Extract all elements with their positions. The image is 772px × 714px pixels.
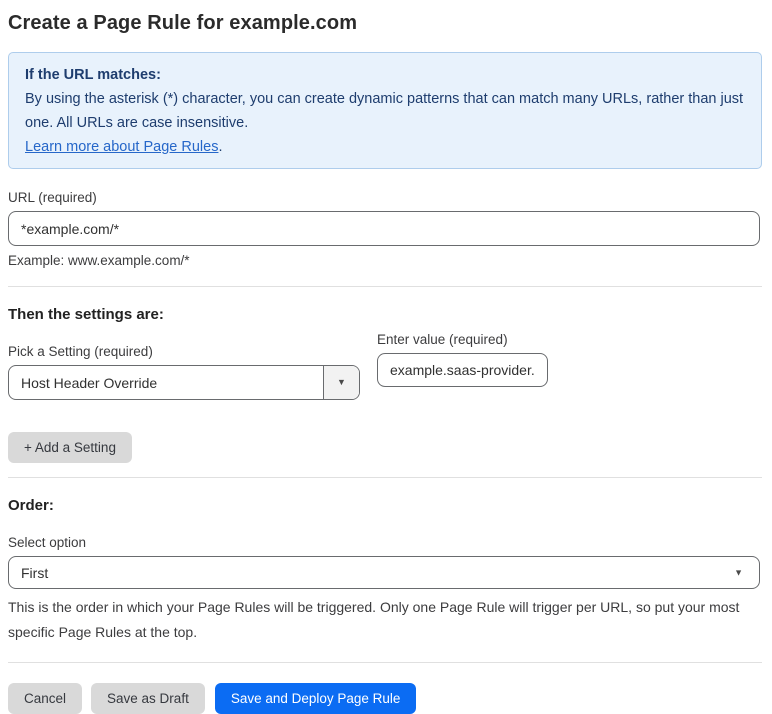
setting-picker-column: Pick a Setting (required) Host Header Ov… xyxy=(8,323,360,400)
link-suffix: . xyxy=(218,139,223,155)
order-section-heading: Order: xyxy=(8,497,54,514)
setting-select[interactable]: Host Header Override ▼ xyxy=(8,365,360,400)
url-field-label: URL (required) xyxy=(8,190,97,205)
url-match-info-box: If the URL matches: By using the asteris… xyxy=(8,52,762,169)
url-input[interactable] xyxy=(8,211,760,246)
learn-more-link[interactable]: Learn more about Page Rules xyxy=(25,139,218,155)
add-setting-button[interactable]: + Add a Setting xyxy=(8,432,132,463)
setting-value-label: Enter value (required) xyxy=(377,332,508,347)
url-example-text: Example: www.example.com/* xyxy=(8,253,190,268)
page-title: Create a Page Rule for example.com xyxy=(8,12,358,34)
divider xyxy=(8,286,762,287)
setting-select-value: Host Header Override xyxy=(21,374,158,391)
order-select[interactable]: First ▼ xyxy=(8,556,760,589)
order-select-label: Select option xyxy=(8,535,87,550)
order-help-text: This is the order in which your Page Rul… xyxy=(8,599,740,640)
footer-actions: Cancel Save as Draft Save and Deploy Pag… xyxy=(8,683,762,714)
save-deploy-button[interactable]: Save and Deploy Page Rule xyxy=(214,683,417,714)
setting-select-label: Pick a Setting (required) xyxy=(8,344,153,359)
info-box-link-line: Learn more about Page Rules. xyxy=(25,135,745,159)
setting-select-caret-button[interactable]: ▼ xyxy=(323,366,359,399)
settings-row: Pick a Setting (required) Host Header Ov… xyxy=(8,323,762,400)
divider xyxy=(8,662,762,663)
settings-section-heading: Then the settings are: xyxy=(8,306,164,323)
setting-value-input[interactable] xyxy=(377,353,548,387)
info-box-body: By using the asterisk (*) character, you… xyxy=(25,91,744,131)
save-draft-button[interactable]: Save as Draft xyxy=(91,683,205,714)
caret-down-icon: ▼ xyxy=(734,567,743,577)
page-rule-form: Create a Page Rule for example.com If th… xyxy=(0,0,772,714)
caret-down-icon: ▼ xyxy=(337,377,346,387)
info-box-heading: If the URL matches: xyxy=(25,67,161,83)
setting-value-column: Enter value (required) xyxy=(377,332,548,387)
cancel-button[interactable]: Cancel xyxy=(8,683,83,714)
order-select-value: First xyxy=(21,564,49,581)
divider xyxy=(8,477,762,478)
